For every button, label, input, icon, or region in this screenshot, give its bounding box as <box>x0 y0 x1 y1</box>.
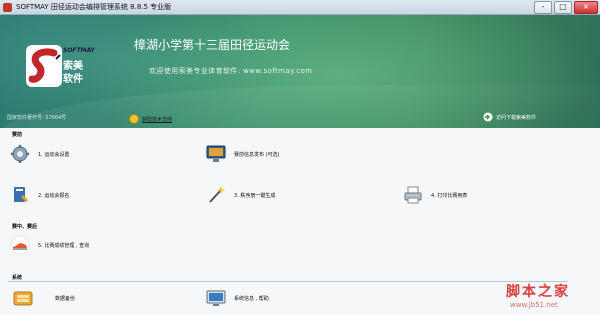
minimize-button[interactable]: - <box>534 1 552 14</box>
download-software-label: 访问下载索美软件 <box>496 114 537 121</box>
copyright-number: 国家软件著作号: 07664号 <box>7 115 67 121</box>
close-button[interactable]: × <box>574 1 598 14</box>
backup-box-icon <box>13 291 33 306</box>
logo-brand-text: SOFTMAY <box>63 47 95 54</box>
window-controls: - □ × <box>534 1 598 14</box>
tech-support-link[interactable]: 获取技术支持 <box>129 114 172 124</box>
meet-settings-label: 1. 运动会设置 <box>38 151 70 158</box>
logo-s-icon <box>26 45 62 87</box>
tech-support-label: 获取技术支持 <box>142 116 173 123</box>
print-forms-label: 4. 打印比赛用表 <box>431 192 468 199</box>
site-watermark: 脚本之家 www.jb51.net <box>506 281 598 313</box>
printer-icon <box>404 186 422 204</box>
system-info-item[interactable]: 系统信息 , 帮助 <box>206 288 269 308</box>
smiley-icon <box>129 114 139 124</box>
logo-name-text: 索美软件 <box>63 61 83 85</box>
meet-registration-label: 2. 运动会报名 <box>38 192 70 199</box>
header-banner: SOFTMAY 索美软件 樟湖小学第十三届田径运动会 欢迎使用索美专业体育软件:… <box>0 15 600 128</box>
data-backup-label: 数据备份 <box>55 295 76 302</box>
system-divider <box>8 281 568 282</box>
maximize-button[interactable]: □ <box>554 1 572 14</box>
gear-icon <box>11 145 29 163</box>
welcome-text: 欢迎使用索美专业体育软件: www.softmay.com <box>149 67 313 75</box>
meet-settings-item[interactable]: 1. 运动会设置 <box>10 144 69 164</box>
generate-schedule-label: 3. 秩序册一键生成 <box>234 192 276 199</box>
pre-game-broadcast-item[interactable]: 赛前信息发布 (可选) <box>206 144 280 164</box>
data-backup-item[interactable]: 数据备份 <box>13 288 75 308</box>
generate-schedule-item[interactable]: 3. 秩序册一键生成 <box>206 185 275 205</box>
event-title: 樟湖小学第十三届田径运动会 <box>134 38 291 52</box>
results-management-item[interactable]: 5. 比赛成绩管理 , 查询 <box>10 235 89 255</box>
window-titlebar: SOFTMAY 田径运动会编排管理系统 8.8.5 专业版 - □ × <box>0 0 600 15</box>
registration-book-icon <box>14 187 28 202</box>
download-software-link[interactable]: 访问下载索美软件 <box>483 112 536 122</box>
system-info-label: 系统信息 , 帮助 <box>234 295 269 302</box>
section-system: 系统 <box>12 275 23 281</box>
print-forms-item[interactable]: 4. 打印比赛用表 <box>403 185 467 205</box>
pre-game-broadcast-label: 赛前信息发布 (可选) <box>234 151 280 158</box>
system-info-monitor-icon <box>206 290 226 306</box>
results-management-label: 5. 比赛成绩管理 , 查询 <box>38 242 90 249</box>
magic-wand-icon <box>209 186 225 203</box>
section-pre-game: 赛前 <box>12 132 23 138</box>
section-in-game: 赛中、赛后 <box>12 224 38 230</box>
app-icon <box>3 2 12 12</box>
green-arrow-icon <box>483 112 493 122</box>
softmay-logo: SOFTMAY 索美软件 <box>26 45 95 95</box>
sneaker-icon <box>10 235 30 255</box>
watermark-url: www.jb51.net <box>510 301 558 309</box>
watermark-title: 脚本之家 <box>506 284 570 300</box>
monitor-icon <box>206 145 226 162</box>
window-title: SOFTMAY 田径运动会编排管理系统 8.8.5 专业版 <box>16 3 172 11</box>
meet-registration-item[interactable]: 2. 运动会报名 <box>10 185 69 205</box>
